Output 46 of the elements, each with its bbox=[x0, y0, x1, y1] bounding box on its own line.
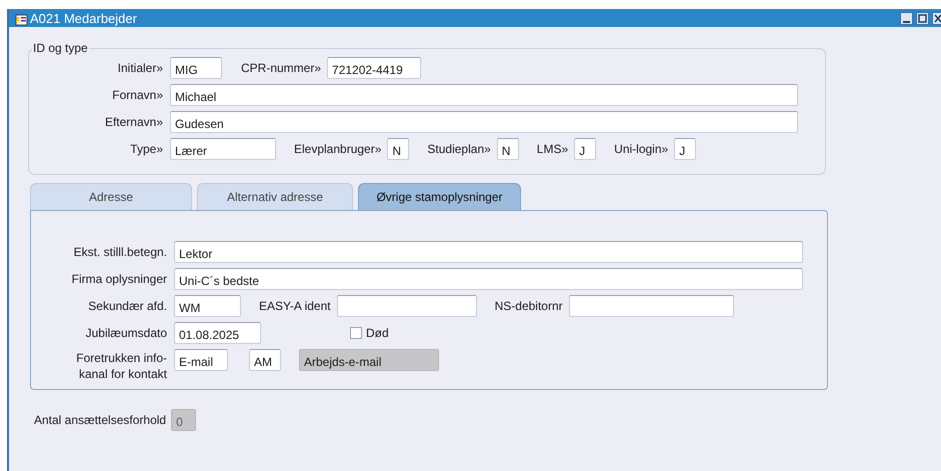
input-field[interactable]: J bbox=[674, 138, 696, 160]
field-label: Jubilæumsdato bbox=[84, 326, 167, 340]
input-field[interactable]: N bbox=[387, 138, 410, 160]
input-field[interactable] bbox=[336, 295, 477, 317]
window-title: A021 Medarbejder bbox=[30, 10, 137, 26]
input-field[interactable]: Michael bbox=[170, 84, 798, 106]
input-field[interactable]: 01.08.2025 bbox=[174, 322, 261, 344]
field-label: Type» bbox=[129, 142, 163, 156]
checkbox-label: Død bbox=[366, 326, 389, 340]
input-field[interactable]: MIG bbox=[170, 57, 222, 79]
input-field: Arbejds-e-mail bbox=[299, 349, 439, 371]
input-field[interactable] bbox=[568, 295, 734, 317]
field-label: Foretrukken info- kanal for kontakt bbox=[75, 350, 167, 382]
tab[interactable]: Adresse bbox=[30, 183, 192, 210]
input-field: 0 bbox=[171, 409, 196, 431]
field-label: Antal ansættelsesforhold bbox=[34, 413, 166, 427]
field-label: EASY-A ident bbox=[259, 299, 331, 313]
field-label: Sekundær afd. bbox=[87, 299, 167, 313]
checkbox[interactable] bbox=[350, 327, 362, 339]
input-field[interactable]: E-mail bbox=[174, 349, 228, 371]
input-field[interactable]: N bbox=[496, 138, 519, 160]
field-label: CPR-nummer» bbox=[241, 61, 322, 75]
input-field[interactable]: 721202-4419 bbox=[327, 57, 422, 79]
input-field[interactable]: AM bbox=[249, 349, 281, 371]
minimize-icon[interactable] bbox=[900, 12, 913, 24]
input-field[interactable]: J bbox=[574, 138, 596, 160]
field-label: Fornavn» bbox=[111, 88, 163, 102]
group-title: ID og type bbox=[32, 41, 89, 55]
input-field[interactable]: Lærer bbox=[170, 138, 276, 160]
field-label: Elevplanbruger» bbox=[294, 142, 382, 156]
field-label: Efternavn» bbox=[104, 115, 163, 129]
field-label: Initialer» bbox=[116, 61, 163, 75]
tab[interactable]: Øvrige stamoplysninger bbox=[358, 183, 521, 210]
field-label: LMS» bbox=[536, 142, 568, 156]
field-label: Ekst. stilll.betegn. bbox=[72, 245, 167, 259]
input-field[interactable]: WM bbox=[174, 295, 241, 317]
input-field[interactable]: Gudesen bbox=[170, 111, 798, 133]
field-label: Uni-login» bbox=[614, 142, 668, 156]
close-icon[interactable] bbox=[932, 12, 941, 24]
field-label: NS-debitornr bbox=[494, 299, 563, 313]
input-field[interactable]: Uni-C´s bedste bbox=[174, 268, 803, 290]
maximize-icon[interactable] bbox=[916, 12, 929, 24]
input-field[interactable]: Lektor bbox=[174, 241, 803, 263]
field-label: Studieplan» bbox=[427, 142, 491, 156]
field-label: Firma oplysninger bbox=[70, 272, 167, 286]
tab[interactable]: Alternativ adresse bbox=[197, 183, 353, 210]
